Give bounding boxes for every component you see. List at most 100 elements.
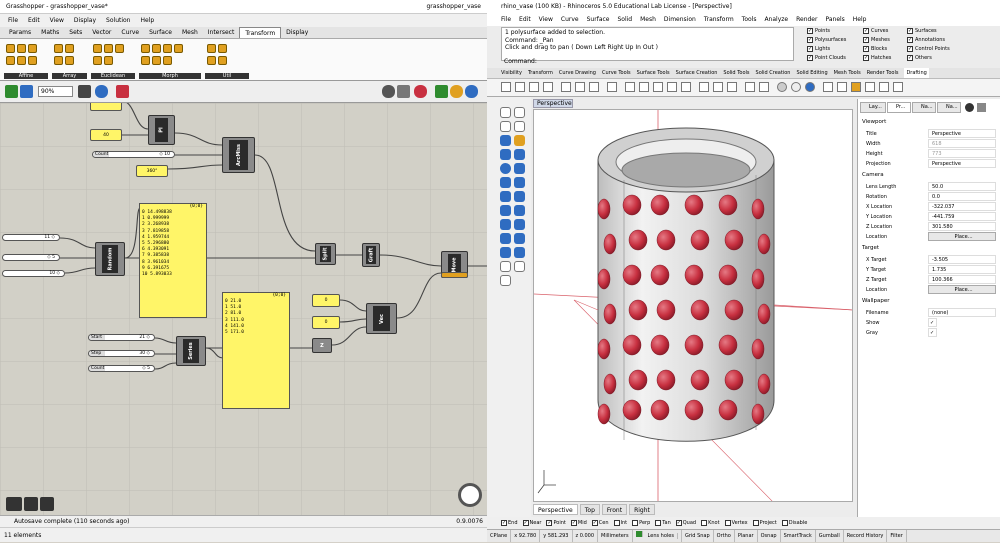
viewport-title[interactable]: Perspective — [533, 99, 573, 108]
light-icon[interactable] — [805, 82, 815, 92]
gh-tab-display[interactable]: Display — [281, 27, 313, 38]
osnap-int[interactable]: Int — [613, 517, 627, 529]
osnap-tan[interactable]: Tan — [655, 517, 671, 529]
layer-icon[interactable] — [823, 82, 833, 92]
step-slider[interactable]: Step 30 ◇ — [88, 350, 155, 357]
sphere-icon[interactable] — [500, 163, 511, 174]
zoom-level-select[interactable]: 90% — [38, 86, 73, 97]
panel-tab-layers[interactable]: Lay... — [860, 102, 886, 113]
layer-toggle[interactable]: ✓ Hatches — [863, 55, 891, 61]
gh-menu-edit[interactable]: Edit — [28, 17, 40, 24]
rh-menu-file[interactable]: File — [501, 14, 511, 26]
box-morph-icon[interactable] — [141, 56, 150, 65]
gh-tab-transform[interactable]: Transform — [239, 27, 282, 38]
split-component[interactable]: Split — [315, 243, 336, 265]
gh-menu-display[interactable]: Display — [74, 17, 96, 24]
viewport-layout-icon[interactable] — [713, 82, 723, 92]
osnap-knot[interactable]: Knot — [701, 517, 720, 529]
vp-tab-perspective[interactable]: Perspective — [533, 504, 578, 515]
vp-tab-top[interactable]: Top — [579, 504, 600, 515]
gh-tab-sets[interactable]: Sets — [64, 27, 87, 38]
gh-tab-maths[interactable]: Maths — [36, 27, 64, 38]
series-component[interactable]: Series — [176, 336, 206, 366]
gh-menu-file[interactable]: File — [8, 17, 18, 24]
shaded-preview-icon[interactable] — [450, 85, 463, 98]
status-planar[interactable]: Planar — [735, 530, 758, 542]
options-icon[interactable] — [879, 82, 889, 92]
status-filter[interactable]: Filter — [887, 530, 907, 542]
cylinder-icon[interactable] — [500, 177, 511, 188]
polygon-icon[interactable] — [514, 149, 525, 160]
canvas-widget-icon[interactable] — [40, 497, 54, 511]
box-map-icon[interactable] — [17, 56, 26, 65]
panel-tab-named-views[interactable]: Na... — [912, 102, 936, 113]
z-component[interactable]: Z — [312, 338, 332, 353]
panel-tab-properties[interactable]: Pr... — [887, 102, 911, 113]
preview-eye-icon[interactable] — [95, 85, 108, 98]
osnap-mid[interactable]: ✓ Mid — [570, 517, 587, 529]
canvas-widget-icon[interactable] — [24, 497, 38, 511]
panel-menu-icon[interactable] — [977, 103, 986, 112]
status-grid-snap[interactable]: Grid Snap — [682, 530, 714, 542]
gh-menu-view[interactable]: View — [50, 17, 64, 24]
toolbar-tab-transform[interactable]: Transform — [528, 68, 553, 78]
layer-toggle[interactable]: ✓ Blocks — [863, 46, 887, 52]
series-values-panel[interactable]: {0;0} 0 21.0 1 51.0 2 81.0 3 111.0 4 141… — [222, 292, 290, 409]
layer-toggle[interactable]: ✓ Annotations — [907, 37, 945, 43]
osnap-vertex[interactable]: Vertex — [724, 517, 748, 529]
select-arrow-icon[interactable] — [500, 107, 511, 118]
toolbar-tab-surface-tools[interactable]: Surface Tools — [637, 68, 670, 78]
properties-icon[interactable] — [837, 82, 847, 92]
layer-toggle[interactable]: ✓ Curves — [863, 28, 888, 34]
select-icon[interactable] — [699, 82, 709, 92]
osnap-checkbox[interactable]: ✓ — [675, 520, 682, 526]
vp-tab-front[interactable]: Front — [601, 504, 628, 515]
gh-tab-mesh[interactable]: Mesh — [177, 27, 203, 38]
rotate-view-icon[interactable] — [639, 82, 649, 92]
polar-array-icon[interactable] — [65, 44, 74, 53]
plane-component[interactable]: Pl — [148, 115, 175, 145]
prop-value[interactable]: Perspective — [928, 159, 996, 168]
stretch-icon[interactable] — [174, 44, 183, 53]
transform-icon[interactable] — [218, 56, 227, 65]
layer-toggle[interactable]: ✓ Control Points — [907, 46, 950, 52]
perspective-viewport[interactable] — [533, 109, 853, 502]
rh-menu-panels[interactable]: Panels — [825, 14, 844, 26]
gray-wallpaper-checkbox[interactable]: ✓ — [928, 328, 937, 337]
navigation-compass-icon[interactable] — [458, 483, 482, 507]
project-icon[interactable] — [28, 44, 37, 53]
layer-toggle[interactable]: ✓ Others — [907, 55, 932, 61]
rh-menu-help[interactable]: Help — [853, 14, 867, 26]
range-slider[interactable]: 11 ◇ — [2, 234, 60, 241]
help-icon[interactable] — [893, 82, 903, 92]
zoom-window-icon[interactable] — [667, 82, 677, 92]
trim-icon[interactable] — [514, 233, 525, 244]
arc-icon[interactable] — [514, 135, 525, 146]
rh-menu-edit[interactable]: Edit — [519, 14, 531, 26]
rh-menu-transform[interactable]: Transform — [704, 14, 734, 26]
layer-toggle[interactable]: ✓ Lights — [807, 46, 830, 52]
osnap-checkbox[interactable] — [655, 520, 662, 526]
status-gumball[interactable]: Gumball — [816, 530, 844, 542]
extrude-icon[interactable] — [514, 191, 525, 202]
status-layer[interactable]: Lens holes — [633, 530, 682, 542]
revolve-icon[interactable] — [514, 205, 525, 216]
display-icon[interactable] — [965, 103, 974, 112]
place-camera-button[interactable]: Place... — [928, 232, 996, 241]
grid-array-icon[interactable] — [54, 56, 63, 65]
layer-toggle[interactable]: ✓ Meshes — [863, 37, 890, 43]
zoom-extents-icon[interactable] — [681, 82, 691, 92]
layer-toggle[interactable]: ✓ Points — [807, 28, 830, 34]
prop-value[interactable]: 301.580 — [928, 222, 996, 231]
shear-icon[interactable] — [17, 44, 26, 53]
number-param[interactable]: 40 — [90, 129, 122, 141]
vector-component[interactable]: Vec — [366, 303, 397, 334]
angle-param[interactable]: 360° — [136, 165, 168, 177]
count-slider[interactable]: ◇ 5 — [2, 254, 60, 261]
copy-icon[interactable] — [575, 82, 585, 92]
osnap-cen[interactable]: ✓ Cen — [591, 517, 609, 529]
boolean-icon[interactable] — [500, 219, 511, 230]
arc-component[interactable]: ArcMiss — [222, 137, 255, 173]
canvas-widget-icon[interactable] — [6, 497, 22, 511]
compound-icon[interactable] — [207, 44, 216, 53]
